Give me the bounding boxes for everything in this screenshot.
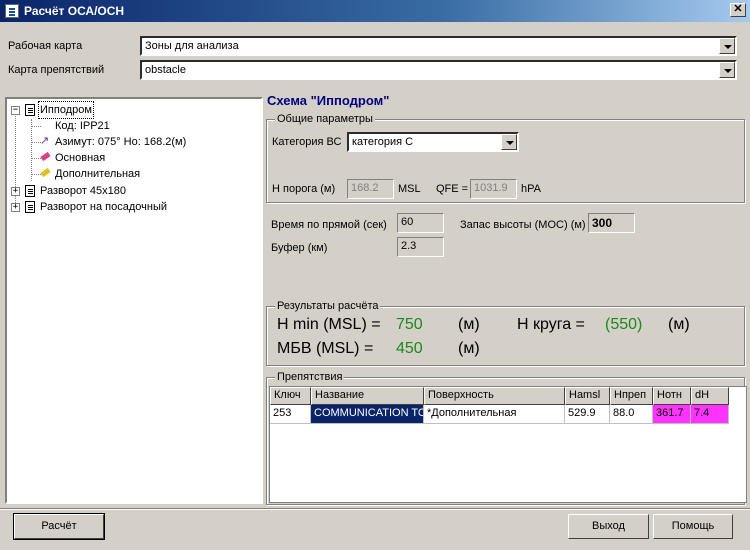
tree-line — [31, 158, 41, 159]
moc-field[interactable]: 300 — [588, 213, 635, 233]
additional-zone-icon — [40, 167, 51, 178]
qfe-unit: hPA — [521, 183, 541, 195]
chevron-down-icon[interactable] — [719, 62, 735, 78]
obstacle-map-label: Карта препятствий — [8, 64, 105, 76]
window-title: Расчёт ОСА/ОСН — [24, 4, 125, 18]
hcircle-unit: (м) — [668, 316, 690, 333]
msl-unit: MSL — [398, 183, 421, 195]
qfe-label: QFE = — [436, 183, 469, 195]
document-icon — [25, 104, 35, 116]
table-cell-hprep[interactable]: 88.0 — [610, 405, 653, 424]
general-params-label: Общие параметры — [275, 113, 375, 125]
help-button[interactable]: Помощь — [653, 514, 733, 539]
divider — [0, 508, 750, 510]
col-name[interactable]: Название — [311, 387, 424, 405]
obstacle-map-value: obstacle — [145, 64, 186, 76]
col-key[interactable]: Ключ — [270, 387, 311, 405]
table-cell-name[interactable]: COMMUNICATION TO — [311, 405, 424, 424]
collapse-icon[interactable]: − — [11, 106, 20, 115]
tree-item-main[interactable]: Основная — [55, 150, 105, 166]
aircraft-category-label: Категория ВС — [272, 136, 342, 148]
exit-button[interactable]: Выход — [568, 514, 649, 539]
scheme-tree[interactable]: − Ипподром Код: IPP21 ↗ Азимут: 075° Но:… — [5, 97, 263, 504]
qfe-field: 1031.9 — [470, 179, 517, 199]
mbv-value: 450 — [396, 340, 423, 357]
table-cell-hotn[interactable]: 361.7 — [653, 405, 691, 424]
col-hotn[interactable]: Нотн — [653, 387, 691, 405]
col-dh[interactable]: dH — [691, 387, 729, 405]
calculate-button[interactable]: Расчёт — [13, 513, 105, 540]
time-straight-field[interactable]: 60 — [397, 213, 444, 233]
tree-line — [31, 119, 32, 181]
buffer-label: Буфер (км) — [271, 242, 328, 254]
aircraft-category-value: категория С — [352, 136, 414, 148]
mbv-unit: (м) — [458, 340, 480, 357]
expand-icon[interactable]: + — [11, 187, 20, 196]
mbv-label: МБВ (MSL) = — [277, 340, 374, 357]
obstacles-table[interactable]: Ключ Название Поверхность Hamsl Нпреп Но… — [269, 386, 747, 503]
title-bar: Расчёт ОСА/ОСН ✕ — [0, 0, 750, 22]
tree-item-additional[interactable]: Дополнительная — [55, 166, 140, 182]
table-cell-key[interactable]: 253 — [270, 405, 311, 424]
hcircle-value: (550) — [605, 316, 643, 333]
chevron-down-icon[interactable] — [501, 134, 517, 150]
azimuth-arrow-icon: ↗ — [40, 135, 50, 147]
tree-line — [31, 174, 41, 175]
hmin-unit: (м) — [458, 316, 480, 333]
threshold-field: 168.2 — [347, 179, 394, 199]
main-zone-icon — [40, 151, 51, 162]
table-cell-dh[interactable]: 7.4 — [691, 405, 729, 424]
tree-item-code[interactable]: Код: IPP21 — [55, 118, 110, 134]
app-icon — [5, 4, 19, 18]
close-button[interactable]: ✕ — [730, 3, 746, 17]
col-surface[interactable]: Поверхность — [424, 387, 565, 405]
obstacle-map-select[interactable]: obstacle — [140, 60, 737, 80]
tree-line — [31, 126, 41, 127]
scheme-title: Схема "Ипподром" — [267, 93, 390, 108]
tree-item-azimuth[interactable]: Азимут: 075° Но: 168.2(м) — [55, 134, 186, 150]
hcircle-label: Н круга = — [517, 316, 585, 333]
col-hamsl[interactable]: Hamsl — [565, 387, 610, 405]
work-map-select[interactable]: Зоны для анализа — [140, 36, 737, 56]
document-icon — [25, 201, 35, 213]
buffer-field[interactable]: 2.3 — [397, 237, 444, 257]
tree-item-turn-45x180[interactable]: Разворот 45х180 — [40, 183, 126, 199]
chevron-down-icon[interactable] — [719, 38, 735, 54]
table-cell-hamsl[interactable]: 529.9 — [565, 405, 610, 424]
time-straight-label: Время по прямой (сек) — [271, 219, 387, 231]
tree-item-hippodrome[interactable]: Ипподром — [38, 101, 94, 119]
tree-item-turn-landing[interactable]: Разворот на посадочный — [40, 199, 167, 215]
table-cell-surface[interactable]: *Дополнительная — [424, 405, 565, 424]
work-map-value: Зоны для анализа — [145, 40, 239, 52]
results-label: Результаты расчёта — [275, 300, 381, 312]
work-map-label: Рабочая карта — [8, 40, 83, 52]
document-icon — [25, 185, 35, 197]
threshold-label: Н порога (м) — [272, 183, 336, 195]
hmin-label: H min (MSL) = — [277, 316, 381, 333]
moc-label: Запас высоты (МОС) (м) — [460, 219, 586, 231]
hmin-value: 750 — [396, 316, 423, 333]
col-hprep[interactable]: Нпреп — [610, 387, 653, 405]
expand-icon[interactable]: + — [11, 203, 20, 212]
aircraft-category-select[interactable]: категория С — [347, 132, 519, 152]
obstacles-label: Препятствия — [275, 371, 345, 383]
